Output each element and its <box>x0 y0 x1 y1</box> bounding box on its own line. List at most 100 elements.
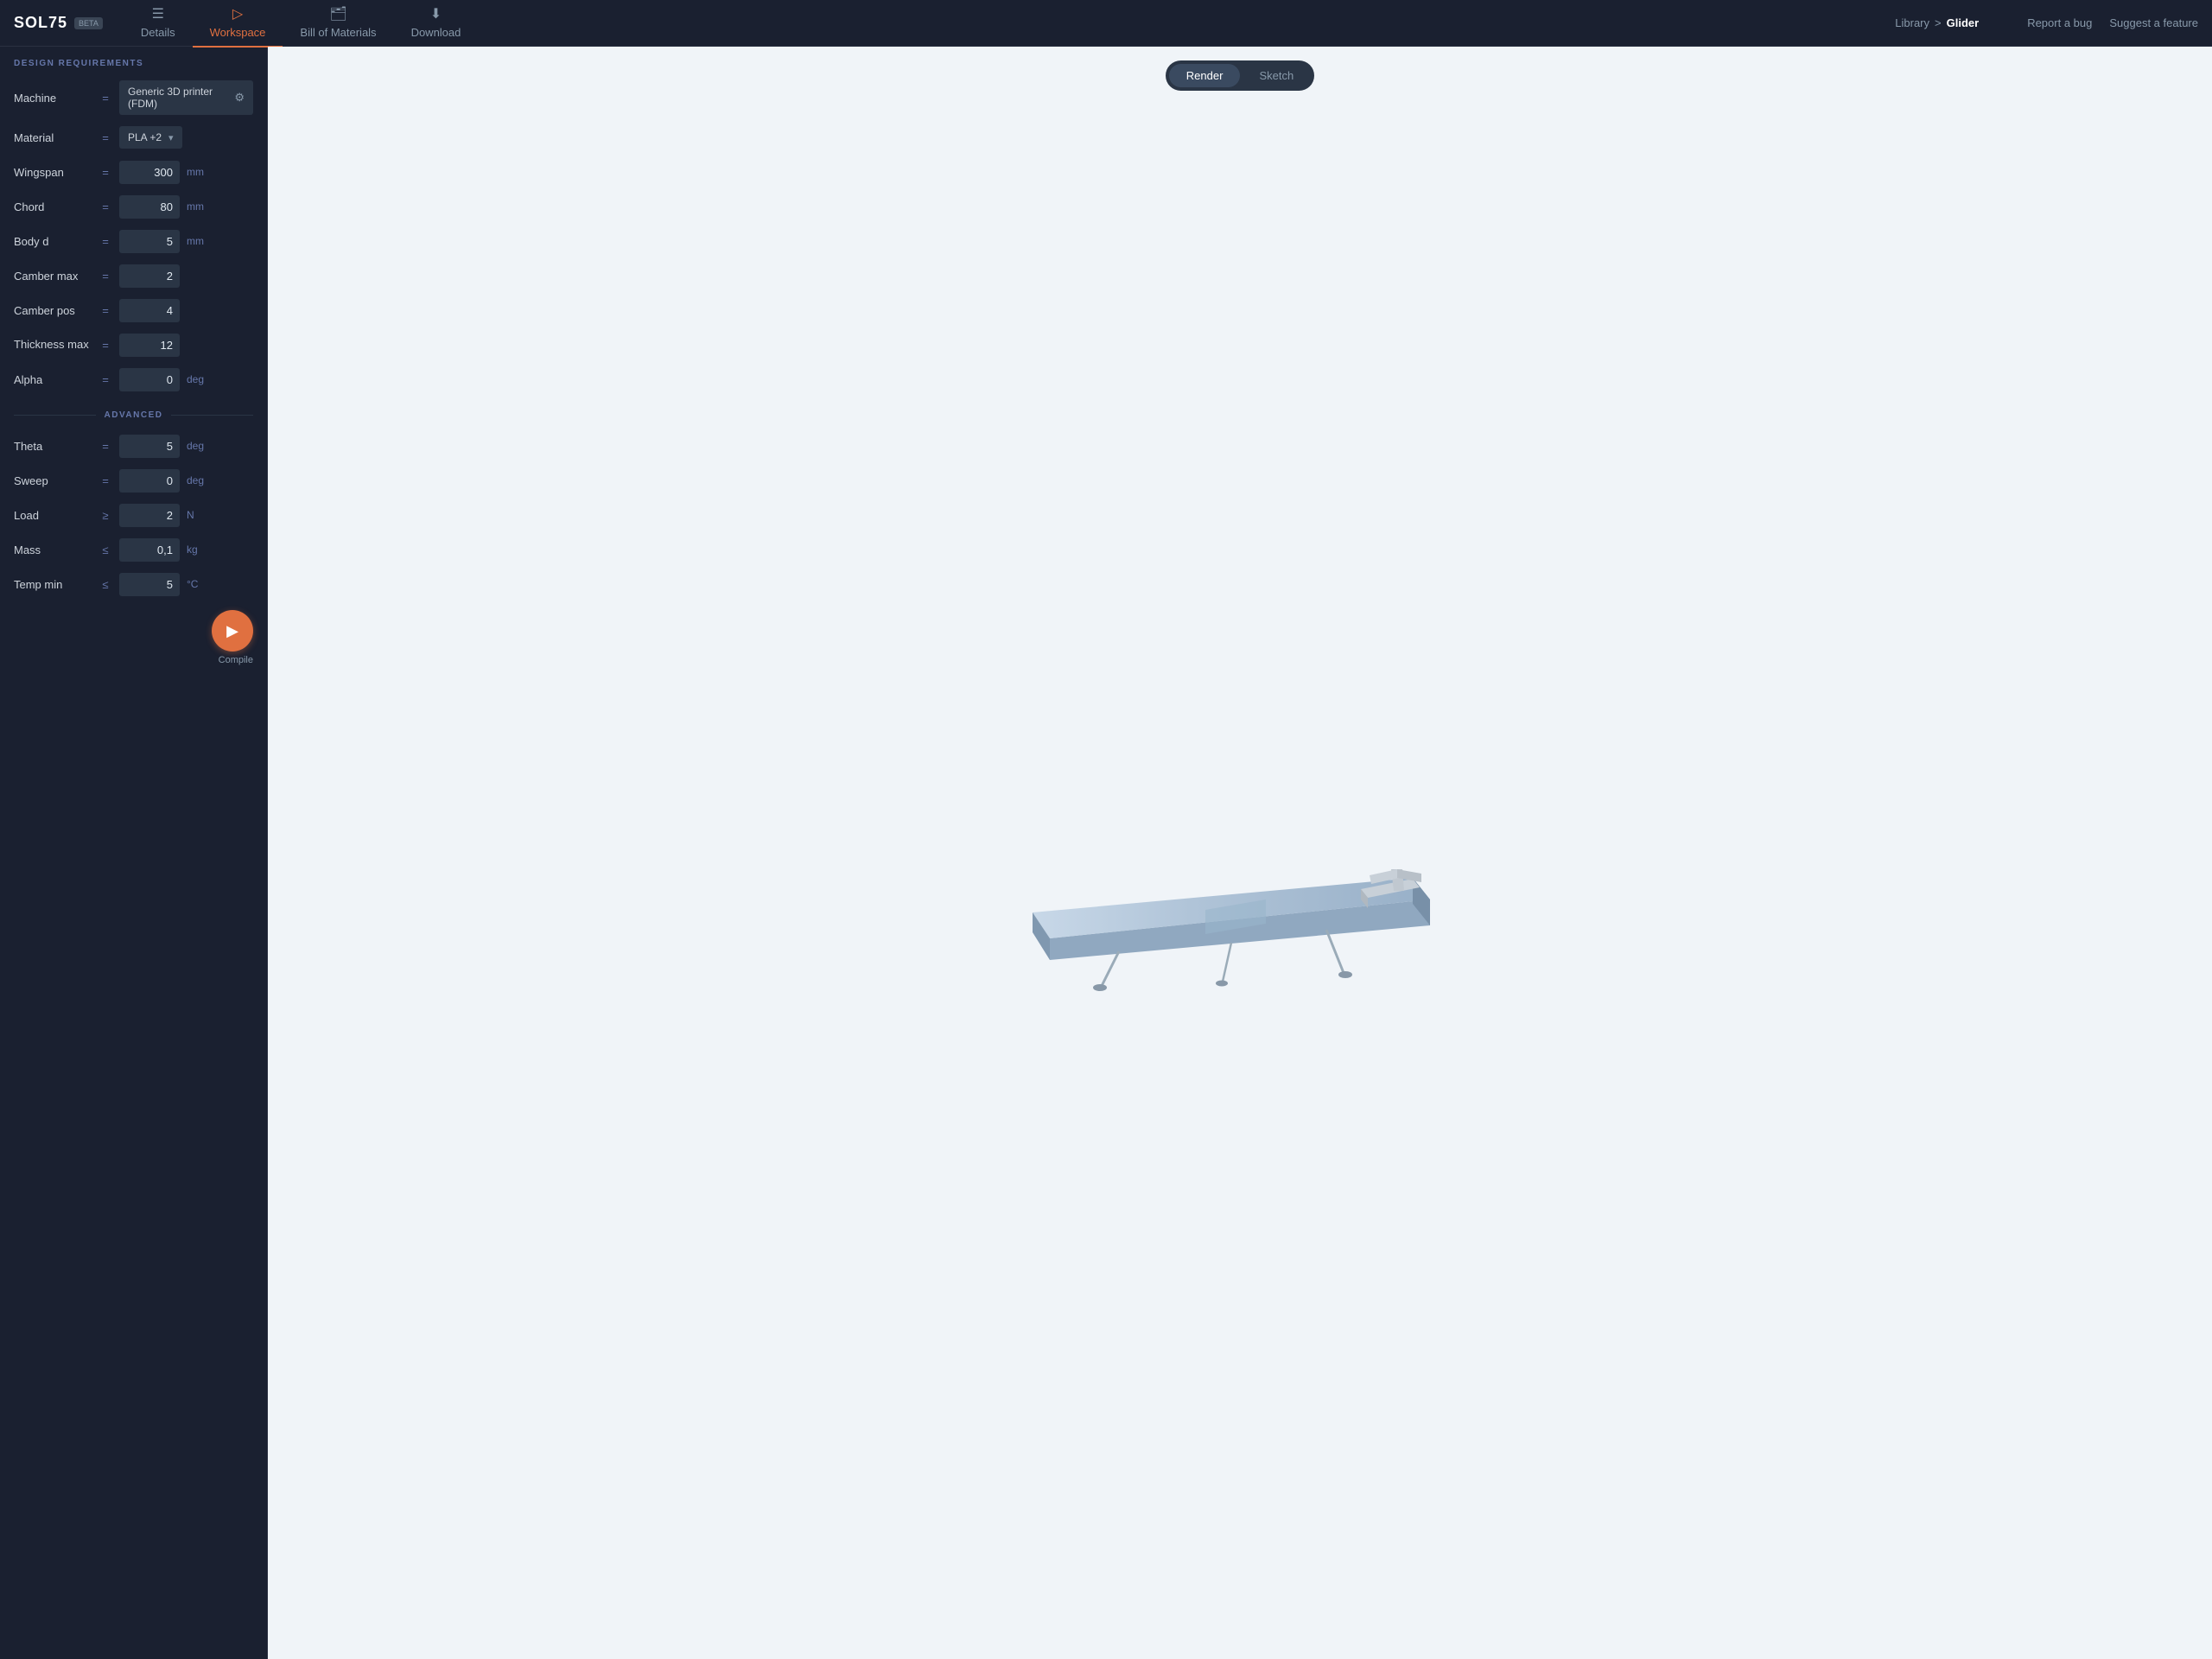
report-bug-link[interactable]: Report a bug <box>2027 16 2092 29</box>
left-panel: DESIGN REQUIREMENTS Machine = Generic 3D… <box>0 47 268 1659</box>
wingspan-eq: = <box>99 166 112 179</box>
landing-gear-right-rear <box>1326 930 1344 973</box>
wingspan-label: Wingspan <box>14 166 92 179</box>
material-selector[interactable]: PLA +2 ▾ <box>119 126 182 149</box>
camberpos-label: Camber pos <box>14 304 92 317</box>
material-label: Material <box>14 131 92 144</box>
breadcrumb-separator: > <box>1935 16 1942 29</box>
thicknessmax-eq: = <box>99 339 112 352</box>
bom-icon: 🗂 <box>329 5 346 22</box>
tab-bom[interactable]: 🗂 Bill of Materials <box>283 0 393 48</box>
mass-label: Mass <box>14 543 92 556</box>
camberpos-input[interactable] <box>119 299 180 322</box>
tab-details-label: Details <box>141 26 175 39</box>
material-row: Material = PLA +2 ▾ <box>0 120 267 155</box>
chord-row: Chord = mm <box>0 189 267 224</box>
gear-icon[interactable]: ⚙ <box>234 91 245 105</box>
tab-download[interactable]: ⬇ Download <box>394 0 479 48</box>
sweep-row: Sweep = deg <box>0 463 267 498</box>
chevron-down-icon: ▾ <box>168 132 174 143</box>
sketch-button[interactable]: Sketch <box>1242 64 1311 87</box>
bodyd-label: Body d <box>14 235 92 248</box>
load-eq: ≥ <box>99 509 112 522</box>
top-nav: SOL75 BETA ☰ Details ▷ Workspace 🗂 Bill … <box>0 0 2212 47</box>
render-button[interactable]: Render <box>1169 64 1241 87</box>
thicknessmax-input[interactable] <box>119 334 180 357</box>
material-value: PLA +2 <box>128 131 162 143</box>
tempmin-unit: °C <box>187 578 211 590</box>
material-eq: = <box>99 131 112 144</box>
load-unit: N <box>187 509 211 521</box>
beta-badge: BETA <box>74 17 103 29</box>
bodyd-row: Body d = mm <box>0 224 267 258</box>
breadcrumb-parent: Library <box>1895 16 1929 29</box>
tab-details[interactable]: ☰ Details <box>124 0 193 48</box>
machine-value: Generic 3D printer (FDM) <box>128 86 234 110</box>
machine-row: Machine = Generic 3D printer (FDM) ⚙ <box>0 75 267 120</box>
machine-eq: = <box>99 92 112 105</box>
nav-right: Library > Glider Report a bug Suggest a … <box>1895 16 2198 29</box>
wingspan-input[interactable] <box>119 161 180 184</box>
render-area <box>268 105 2212 1659</box>
cambermax-label: Camber max <box>14 270 92 283</box>
tempmin-row: Temp min ≤ °C <box>0 567 267 601</box>
alpha-row: Alpha = deg <box>0 362 267 397</box>
compile-button[interactable]: ▶ <box>212 610 253 652</box>
tab-bom-label: Bill of Materials <box>300 26 376 39</box>
sweep-eq: = <box>99 474 112 487</box>
thicknessmax-label: Thickness max <box>14 338 92 353</box>
tab-workspace[interactable]: ▷ Workspace <box>193 0 283 48</box>
mass-unit: kg <box>187 543 211 556</box>
load-label: Load <box>14 509 92 522</box>
machine-selector[interactable]: Generic 3D printer (FDM) ⚙ <box>119 80 253 115</box>
logo: SOL75 <box>14 14 67 32</box>
mass-input[interactable] <box>119 538 180 562</box>
sweep-label: Sweep <box>14 474 92 487</box>
bodyd-unit: mm <box>187 235 211 247</box>
wheel-right-rear <box>1338 971 1352 978</box>
theta-label: Theta <box>14 440 92 453</box>
view-toggle: Render Sketch <box>1166 60 1314 91</box>
wingspan-row: Wingspan = mm <box>0 155 267 189</box>
theta-input[interactable] <box>119 435 180 458</box>
sweep-input[interactable] <box>119 469 180 493</box>
compile-area: ▶ Compile <box>0 601 267 674</box>
tab-workspace-label: Workspace <box>210 26 266 39</box>
chord-input[interactable] <box>119 195 180 219</box>
tempmin-eq: ≤ <box>99 578 112 591</box>
workspace-icon: ▷ <box>232 5 243 22</box>
chord-eq: = <box>99 200 112 213</box>
nav-tabs: ☰ Details ▷ Workspace 🗂 Bill of Material… <box>124 0 1895 48</box>
chord-unit: mm <box>187 200 211 213</box>
chord-label: Chord <box>14 200 92 213</box>
wheel-center <box>1216 980 1228 986</box>
bodyd-input[interactable] <box>119 230 180 253</box>
thicknessmax-row: Thickness max = <box>0 327 267 362</box>
tempmin-input[interactable] <box>119 573 180 596</box>
mass-row: Mass ≤ kg <box>0 532 267 567</box>
suggest-feature-link[interactable]: Suggest a feature <box>2109 16 2198 29</box>
wheel-left-front <box>1093 984 1107 991</box>
right-panel: Render Sketch <box>268 47 2212 1659</box>
main-layout: DESIGN REQUIREMENTS Machine = Generic 3D… <box>0 47 2212 1659</box>
tempmin-label: Temp min <box>14 578 92 591</box>
camberpos-row: Camber pos = <box>0 293 267 327</box>
advanced-divider: ADVANCED <box>0 402 267 429</box>
cambermax-eq: = <box>99 270 112 283</box>
alpha-label: Alpha <box>14 373 92 386</box>
bodyd-eq: = <box>99 235 112 248</box>
theta-eq: = <box>99 440 112 453</box>
breadcrumb: Library > Glider <box>1895 16 1979 29</box>
theta-row: Theta = deg <box>0 429 267 463</box>
cambermax-row: Camber max = <box>0 258 267 293</box>
download-icon: ⬇ <box>430 5 442 22</box>
machine-label: Machine <box>14 92 92 105</box>
alpha-eq: = <box>99 373 112 386</box>
advanced-label: ADVANCED <box>105 410 163 420</box>
alpha-input[interactable] <box>119 368 180 391</box>
load-input[interactable] <box>119 504 180 527</box>
alpha-unit: deg <box>187 373 211 385</box>
tab-download-label: Download <box>411 26 461 39</box>
cambermax-input[interactable] <box>119 264 180 288</box>
details-icon: ☰ <box>152 5 164 22</box>
